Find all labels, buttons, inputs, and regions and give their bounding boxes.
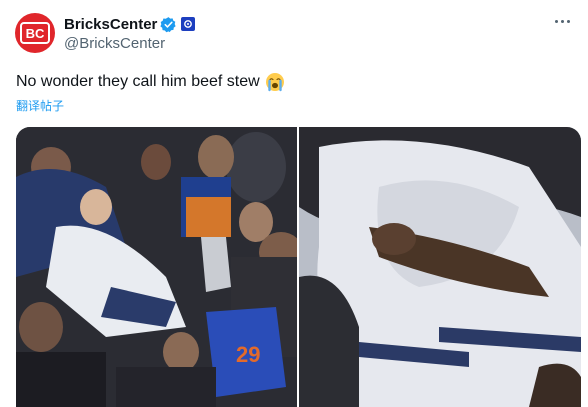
author-name-row: BricksCenter (64, 14, 196, 34)
avatar[interactable]: BC (15, 13, 55, 53)
tweet-text: No wonder they call him beef stew (16, 72, 285, 92)
verified-badge-icon[interactable] (160, 16, 177, 33)
brickscenter-logo: BC (20, 22, 50, 44)
loudly-crying-face-icon (265, 73, 284, 92)
affiliation-badge-icon[interactable] (181, 17, 196, 31)
svg-text:BC: BC (26, 26, 45, 41)
svg-text:29: 29 (236, 342, 260, 367)
author-handle[interactable]: @BricksCenter (64, 35, 165, 52)
media-grid: 29 (16, 127, 581, 407)
translate-post-link[interactable]: 翻译帖子 (16, 97, 64, 114)
display-name[interactable]: BricksCenter (64, 16, 157, 33)
more-options-icon[interactable] (550, 12, 574, 30)
crowd-scuffle-wide-image[interactable]: 29 (16, 127, 297, 407)
tweet-text-content: No wonder they call him beef stew (16, 73, 260, 90)
crowd-scuffle-closeup-image[interactable] (299, 127, 581, 407)
